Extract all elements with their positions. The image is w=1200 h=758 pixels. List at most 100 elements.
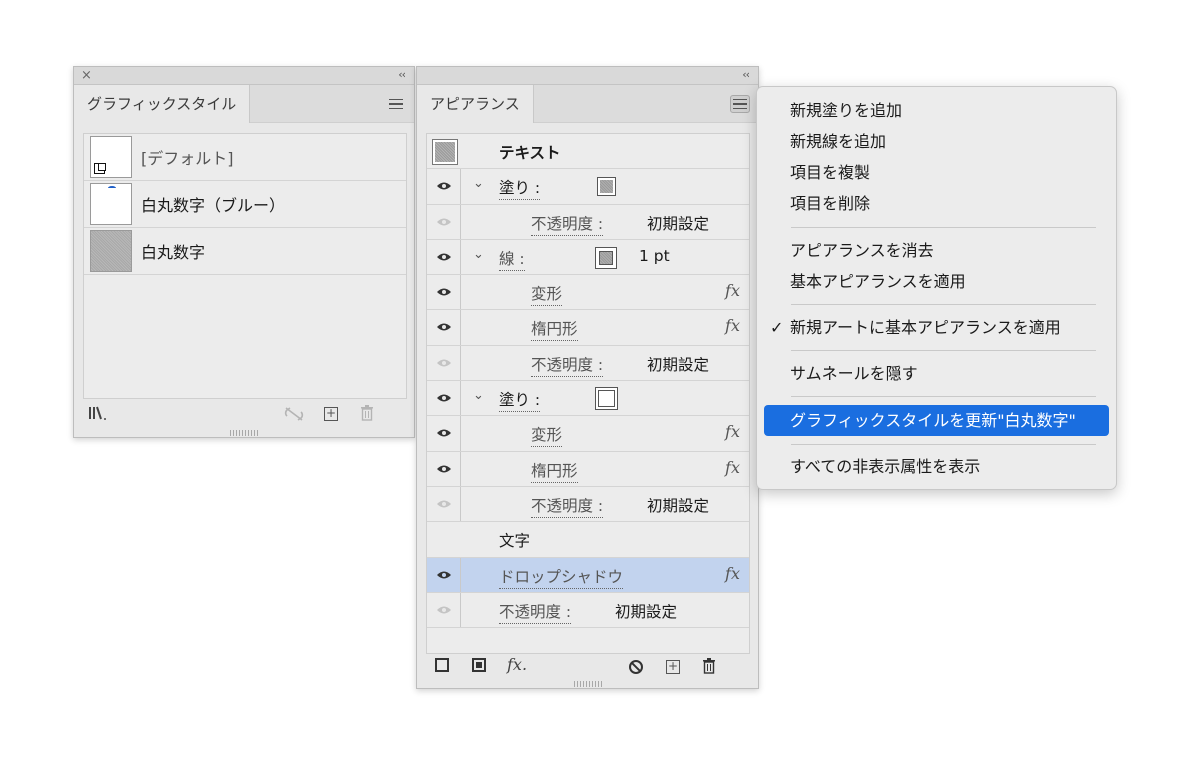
resize-handle[interactable] (573, 681, 602, 687)
resize-handle[interactable] (230, 430, 258, 436)
effect-label[interactable]: 楕円形 (531, 459, 578, 483)
opacity-row[interactable]: 不透明度 : 初期設定 (427, 592, 749, 629)
appearance-item-label[interactable]: 塗り : (499, 388, 541, 413)
eye-icon[interactable] (436, 217, 452, 227)
fx-icon: fx (725, 316, 740, 336)
chevron-down-icon[interactable]: ⌄ (473, 247, 484, 262)
eye-icon[interactable] (436, 322, 452, 332)
break-link-icon[interactable] (284, 406, 304, 422)
effect-row[interactable]: 楕円形 fx (427, 451, 749, 487)
visibility-toggle[interactable] (427, 486, 461, 522)
opacity-value: 初期設定 (615, 602, 678, 621)
style-thumbnail (90, 183, 132, 225)
menu-item-hide-thumbnail[interactable]: サムネールを隠す (764, 358, 1109, 389)
visibility-toggle[interactable] (427, 310, 461, 345)
menu-item-new-art-has-basic-appearance[interactable]: ✓ 新規アートに基本アピアランスを適用 (764, 312, 1109, 343)
visibility-toggle[interactable] (427, 169, 461, 204)
object-type-label: テキスト (499, 144, 561, 162)
add-stroke-icon[interactable] (435, 658, 449, 676)
menu-item-add-new-stroke[interactable]: 新規線を追加 (764, 126, 1109, 157)
fx-menu-icon[interactable]: fx. (507, 655, 527, 674)
effect-row[interactable]: 変形 fx (427, 275, 749, 311)
menu-item-redefine-graphic-style[interactable]: グラフィックスタイルを更新"白丸数字" (764, 405, 1109, 436)
effect-label[interactable]: 変形 (531, 282, 563, 307)
panel-footer: fx. + (417, 652, 758, 680)
stroke-row[interactable]: ⌄ 線 : 1 pt (427, 239, 749, 276)
menu-item-add-new-fill[interactable]: 新規塗りを追加 (764, 95, 1109, 126)
fill-row[interactable]: ⌄ 塗り : (427, 381, 749, 417)
duplicate-item-icon[interactable]: + (666, 658, 680, 674)
eye-icon[interactable] (436, 499, 452, 509)
opacity-row[interactable]: 不透明度 : 初期設定 (427, 345, 749, 382)
menu-item-show-all-hidden-attributes[interactable]: すべての非表示属性を表示 (764, 451, 1109, 482)
chevron-down-icon[interactable]: ⌄ (473, 388, 484, 403)
visibility-toggle[interactable] (427, 275, 461, 310)
list-item[interactable]: [デフォルト] (84, 134, 406, 181)
opacity-row[interactable]: 不透明度 : 初期設定 (427, 486, 749, 523)
effect-label[interactable]: 変形 (531, 423, 563, 448)
visibility-toggle[interactable] (427, 239, 461, 275)
characters-label[interactable]: 文字 (499, 529, 530, 551)
eye-icon[interactable] (436, 605, 452, 615)
panel-menu-icon[interactable] (386, 95, 406, 113)
appearance-item-label[interactable]: 不透明度 : (531, 494, 604, 518)
appearance-list: テキスト ⌄ 塗り : 不透明度 : 初期設定 ⌄ 線 : 1 pt 変形 fx… (426, 133, 750, 654)
menu-item-duplicate-item[interactable]: 項目を複製 (764, 157, 1109, 188)
library-icon[interactable] (88, 406, 108, 422)
object-thumbnail (432, 139, 458, 165)
eye-icon[interactable] (436, 464, 452, 474)
add-fill-icon[interactable] (472, 658, 486, 676)
new-style-icon[interactable]: + (324, 405, 338, 421)
visibility-toggle[interactable] (427, 557, 461, 592)
style-thumbnail (90, 230, 132, 272)
opacity-row[interactable]: 不透明度 : 初期設定 (427, 204, 749, 240)
trash-icon[interactable] (702, 658, 716, 674)
appearance-item-label[interactable]: 不透明度 : (499, 600, 572, 624)
effect-label[interactable]: 楕円形 (531, 317, 578, 342)
appearance-item-label[interactable]: 不透明度 : (531, 353, 604, 377)
eye-icon[interactable] (436, 570, 452, 580)
eye-icon[interactable] (436, 428, 452, 438)
effect-row-drop-shadow[interactable]: ドロップシャドウ fx (427, 557, 749, 593)
panel-menu-icon[interactable] (730, 95, 750, 113)
collapse-icon[interactable]: ‹‹ (398, 68, 406, 81)
tab-appearance[interactable]: アピアランス (417, 85, 534, 123)
eye-icon[interactable] (436, 181, 452, 191)
eye-icon[interactable] (436, 393, 452, 403)
menu-item-reduce-to-basic[interactable]: 基本アピアランスを適用 (764, 266, 1109, 297)
characters-row[interactable]: 文字 (427, 522, 749, 558)
trash-icon[interactable] (360, 405, 374, 421)
visibility-toggle[interactable] (427, 451, 461, 486)
panel-title-bar: ‹‹ (417, 67, 758, 85)
eye-icon[interactable] (436, 358, 452, 368)
collapse-icon[interactable]: ‹‹ (742, 68, 750, 81)
effect-row[interactable]: 変形 fx (427, 416, 749, 452)
visibility-toggle[interactable] (427, 592, 461, 628)
list-item[interactable]: 白丸数字（ブルー） (84, 181, 406, 228)
appearance-item-label[interactable]: 線 : (499, 247, 525, 271)
stroke-weight-value[interactable]: 1 pt (639, 247, 670, 265)
fill-swatch[interactable] (597, 177, 616, 197)
stroke-swatch[interactable] (595, 246, 617, 269)
fx-icon: fx (725, 422, 740, 442)
appearance-item-label[interactable]: 塗り : (499, 176, 541, 201)
visibility-toggle[interactable] (427, 416, 461, 451)
chevron-down-icon[interactable]: ⌄ (473, 176, 484, 191)
appearance-item-label[interactable]: 不透明度 : (531, 212, 604, 236)
effect-row[interactable]: 楕円形 fx (427, 310, 749, 346)
menu-item-remove-item[interactable]: 項目を削除 (764, 188, 1109, 219)
visibility-toggle[interactable] (427, 204, 461, 239)
fill-row[interactable]: ⌄ 塗り : (427, 169, 749, 205)
clear-appearance-icon[interactable] (628, 659, 644, 675)
visibility-toggle[interactable] (427, 381, 461, 416)
eye-icon[interactable] (436, 287, 452, 297)
tab-graphic-styles[interactable]: グラフィックスタイル (74, 85, 251, 123)
visibility-toggle[interactable] (427, 345, 461, 381)
eye-icon[interactable] (436, 252, 452, 262)
list-item[interactable]: 白丸数字 (84, 228, 406, 275)
fill-swatch[interactable] (595, 387, 618, 411)
appearance-header-row[interactable]: テキスト (427, 134, 749, 170)
effect-label[interactable]: ドロップシャドウ (499, 565, 624, 589)
menu-item-clear-appearance[interactable]: アピアランスを消去 (764, 235, 1109, 266)
close-icon[interactable]: × (81, 68, 92, 83)
